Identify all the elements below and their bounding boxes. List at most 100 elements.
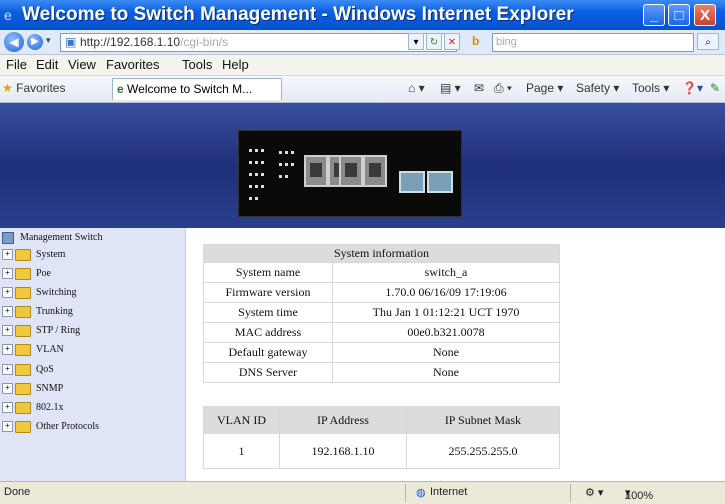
star-icon: ★ bbox=[2, 81, 13, 95]
tab-ie-icon: e bbox=[117, 82, 124, 96]
home-icon[interactable]: ⌂ ▾ bbox=[408, 81, 425, 95]
row-label: Default gateway bbox=[203, 342, 333, 363]
menu-bar: File Edit View Favorites Tools Help bbox=[0, 55, 725, 76]
expand-icon[interactable]: + bbox=[2, 287, 13, 299]
safety-menu[interactable]: Safety ▾ bbox=[576, 81, 619, 95]
ethernet-port bbox=[304, 155, 328, 187]
folder-icon bbox=[15, 305, 31, 318]
row-value: 1.70.0 06/16/09 17:19:06 bbox=[332, 282, 560, 303]
table-row: Default gateway None bbox=[203, 342, 560, 363]
status-bar: Done ◍ Internet ⚙ ▾ ⌕ 100% ▾ bbox=[0, 481, 725, 504]
mail-icon[interactable]: ✉ bbox=[474, 81, 484, 95]
expand-icon[interactable]: + bbox=[2, 306, 13, 318]
expand-icon[interactable]: + bbox=[2, 364, 13, 376]
expand-icon[interactable]: + bbox=[2, 421, 13, 433]
history-dropdown-icon[interactable]: ▾ bbox=[46, 35, 51, 46]
maximize-button[interactable]: □ bbox=[668, 4, 690, 26]
tree-root[interactable]: Management Switch bbox=[2, 230, 102, 246]
row-label: System name bbox=[203, 262, 333, 283]
switch-banner bbox=[0, 103, 725, 228]
tree-item-other-protocols[interactable]: + Other Protocols bbox=[2, 419, 99, 435]
tree-item-label: Switching bbox=[36, 287, 77, 298]
tree-item-stp-ring[interactable]: + STP / Ring bbox=[2, 323, 80, 339]
tree-item-qos[interactable]: + QoS bbox=[2, 362, 54, 378]
menu-view[interactable]: View bbox=[68, 57, 96, 72]
menu-tools[interactable]: Tools bbox=[182, 57, 212, 72]
expand-icon[interactable]: + bbox=[2, 325, 13, 337]
sfp-port bbox=[427, 171, 453, 193]
row-label: System time bbox=[203, 302, 333, 323]
page-content: Management Switch + System + Poe + Switchin… bbox=[0, 103, 725, 481]
ie-logo-icon: e bbox=[4, 7, 12, 23]
column-header-subnet-mask: IP Subnet Mask bbox=[405, 406, 561, 434]
tree-item-poe[interactable]: + Poe bbox=[2, 266, 51, 282]
subnet-mask-cell: 255.255.255.0 bbox=[405, 433, 561, 469]
folder-icon bbox=[15, 420, 31, 433]
row-label: MAC address bbox=[203, 322, 333, 343]
expand-icon[interactable]: + bbox=[2, 383, 13, 395]
research-icon[interactable]: ✎ bbox=[710, 81, 720, 95]
stop-icon[interactable]: ✕ bbox=[444, 33, 460, 50]
tree-item-label: VLAN bbox=[36, 344, 64, 355]
tree-item-label: System bbox=[36, 249, 66, 260]
refresh-icon[interactable]: ↻ bbox=[426, 33, 442, 50]
switch-front-panel-image bbox=[238, 130, 462, 217]
tools-menu[interactable]: Tools ▾ bbox=[632, 81, 669, 95]
url-dropdown-icon[interactable]: ▾ bbox=[408, 33, 424, 50]
table-row: Firmware version 1.70.0 06/16/09 17:19:06 bbox=[203, 282, 560, 303]
feeds-icon[interactable]: ▤ ▾ bbox=[440, 81, 461, 95]
folder-icon bbox=[15, 363, 31, 376]
row-value: switch_a bbox=[332, 262, 560, 283]
minimize-button[interactable]: _ bbox=[643, 4, 665, 26]
print-icon[interactable]: ⎙ ▾ bbox=[494, 81, 512, 96]
expand-icon[interactable]: + bbox=[2, 249, 13, 261]
menu-favorites[interactable]: Favorites bbox=[106, 57, 159, 72]
expand-icon[interactable]: + bbox=[2, 268, 13, 280]
tree-item-label: SNMP bbox=[36, 383, 64, 394]
search-button[interactable]: ⌕ bbox=[697, 33, 719, 50]
table-row: 1 192.168.1.10 255.255.255.0 bbox=[203, 433, 561, 469]
menu-file[interactable]: File bbox=[6, 57, 27, 72]
zoom-level[interactable]: ⌕ 100% ▾ bbox=[625, 486, 653, 502]
folder-icon bbox=[15, 267, 31, 280]
tree-item-8021x[interactable]: +802.1x bbox=[2, 400, 64, 416]
row-value: None bbox=[332, 342, 560, 363]
close-button[interactable]: X bbox=[694, 4, 716, 26]
tree-item-system[interactable]: + System bbox=[2, 247, 65, 263]
expand-icon[interactable]: + bbox=[2, 344, 13, 356]
page-menu[interactable]: Page ▾ bbox=[526, 81, 563, 95]
menu-help[interactable]: Help bbox=[222, 57, 249, 72]
row-label: DNS Server bbox=[203, 362, 333, 383]
table-row: System time Thu Jan 1 01:12:21 UCT 1970 bbox=[203, 302, 560, 323]
table-row: System name switch_a bbox=[203, 262, 560, 283]
navigation-tree: Management Switch + System + Poe + Switchin… bbox=[0, 228, 186, 481]
tree-item-label: 802.1x bbox=[36, 402, 64, 413]
table-row: MAC address 00e0.b321.0078 bbox=[203, 322, 560, 343]
url-rest: /cgi-bin/s bbox=[180, 35, 229, 49]
favorites-button[interactable]: ★ Favorites bbox=[2, 81, 65, 95]
ethernet-port bbox=[339, 155, 363, 187]
table-header: System information bbox=[203, 244, 560, 263]
row-value: Thu Jan 1 01:12:21 UCT 1970 bbox=[332, 302, 560, 323]
tab-active[interactable]: e Welcome to Switch M... bbox=[112, 78, 282, 100]
expand-icon[interactable]: + bbox=[2, 402, 13, 414]
bing-logo-icon: b bbox=[472, 34, 480, 48]
page-icon: ▣ bbox=[65, 35, 77, 49]
protected-mode-icon[interactable]: ⚙ ▾ bbox=[585, 486, 603, 499]
help-icon[interactable]: ❓▾ bbox=[682, 81, 703, 95]
url-input[interactable]: ▣ http://192.168.1.10/cgi-bin/s bbox=[60, 33, 457, 52]
security-zone[interactable]: Internet bbox=[430, 486, 467, 498]
menu-edit[interactable]: Edit bbox=[36, 57, 58, 72]
search-input[interactable]: bing bbox=[492, 33, 694, 52]
back-button[interactable]: ◀ bbox=[4, 32, 24, 52]
tree-item-trunking[interactable]: + Trunking bbox=[2, 304, 73, 320]
forward-button[interactable]: ▶ bbox=[27, 34, 43, 50]
tree-item-snmp[interactable]: + SNMP bbox=[2, 381, 63, 397]
tree-item-label: Poe bbox=[36, 268, 51, 279]
tree-item-vlan[interactable]: + VLAN bbox=[2, 342, 64, 358]
table-row: DNS Server None bbox=[203, 362, 560, 383]
tree-item-switching[interactable]: + Switching bbox=[2, 285, 77, 301]
folder-icon bbox=[15, 401, 31, 414]
system-information-table: System information System name switch_a F… bbox=[203, 244, 560, 383]
favorites-label: Favorites bbox=[16, 81, 66, 95]
